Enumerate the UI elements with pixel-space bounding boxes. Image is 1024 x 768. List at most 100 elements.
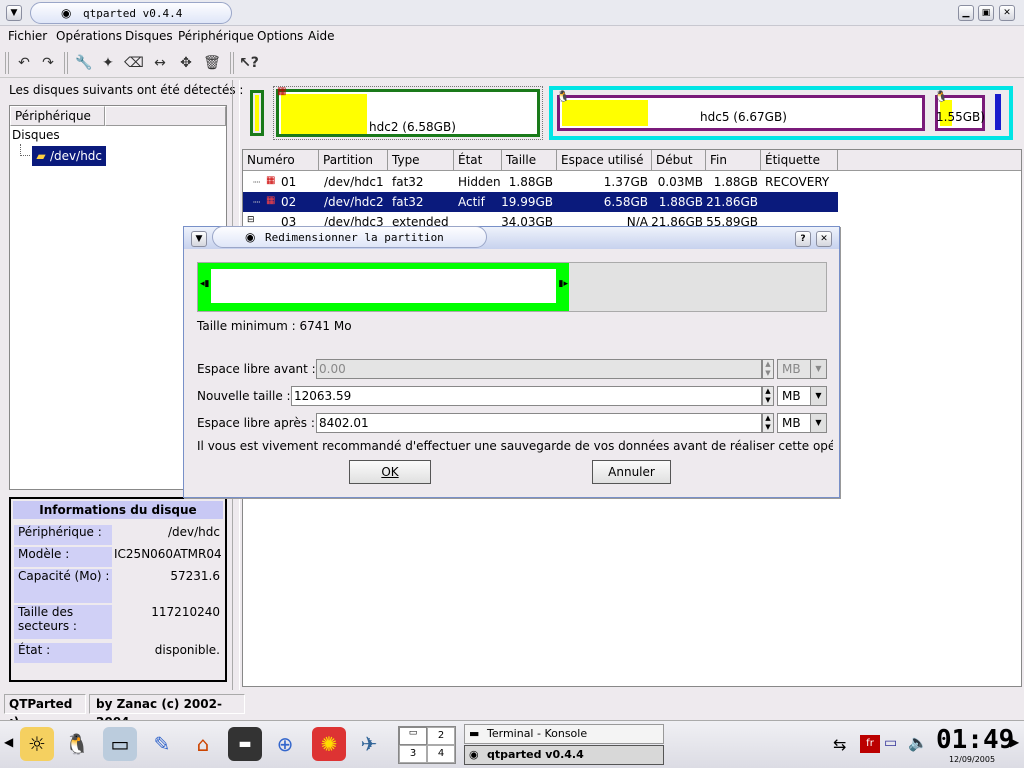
toolbar-grip[interactable]: [230, 52, 234, 74]
redo-icon[interactable]: ↷: [38, 53, 58, 73]
mozilla-icon[interactable]: ✺: [312, 727, 346, 761]
column-header-partition[interactable]: Partition: [319, 150, 388, 171]
move-icon[interactable]: ✥: [176, 53, 196, 73]
dialog-titlebar[interactable]: ▼ ◉ Redimensionner la partition ? ✕: [184, 226, 839, 249]
eraser-icon[interactable]: ⌫: [124, 53, 144, 73]
free-before-input[interactable]: 0.00: [316, 359, 762, 379]
partition-block-hdc5[interactable]: 🐧 hdc5 (6.67GB): [556, 90, 925, 131]
delete-icon[interactable]: 🗑: [202, 53, 222, 73]
toolbar-grip[interactable]: [5, 52, 9, 74]
network-icon[interactable]: ⇆: [833, 735, 846, 754]
partition-label-hdc6: 1.55GB): [936, 110, 985, 124]
free-after-unit-select[interactable]: MB ▼: [777, 413, 827, 433]
free-before-spinner[interactable]: ▲ ▼: [762, 359, 774, 379]
new-size-input[interactable]: 12063.59: [291, 386, 762, 406]
minimize-button[interactable]: ▁: [958, 5, 974, 21]
dialog-title-pill[interactable]: ◉ Redimensionner la partition: [212, 226, 487, 248]
taskbar: ◀ ☼ 🐧 ▭ ✎ ⌂ ▬ ⊕ ✺ ✈ ▭ 2 3 4 ▬ Terminal -…: [0, 720, 1024, 768]
column-header-numero[interactable]: Numéro: [243, 150, 319, 171]
close-button[interactable]: ✕: [999, 5, 1015, 21]
desktop-2[interactable]: 2: [427, 727, 455, 745]
free-before-label: Espace libre avant :: [197, 362, 316, 376]
info-row-model: Modèle : IC25N060ATMR04: [14, 547, 224, 567]
menu-peripherique[interactable]: Périphérique: [178, 29, 254, 43]
toolbar-grip[interactable]: [64, 52, 68, 74]
tree-header-blank[interactable]: [105, 106, 226, 126]
whats-this-icon[interactable]: ↖?: [239, 53, 259, 73]
partition-block-extended[interactable]: 🐧 hdc5 (6.67GB) 🐧 1.55GB): [549, 86, 1013, 140]
column-header-etat[interactable]: État: [454, 150, 502, 171]
control-center-icon[interactable]: ✎: [145, 727, 179, 761]
terminal-icon[interactable]: ▬: [228, 727, 262, 761]
new-size-spinner[interactable]: ▲ ▼: [762, 386, 774, 406]
menu-fichier[interactable]: Fichier: [8, 29, 47, 43]
partition-block-hdc2-focus[interactable]: ▦ hdc2 (6.58GB): [273, 86, 543, 140]
column-header-etiquette[interactable]: Étiquette: [761, 150, 838, 171]
help-button[interactable]: ?: [795, 231, 811, 247]
partition-block-swap[interactable]: [995, 94, 1001, 130]
dialog-close-button[interactable]: ✕: [816, 231, 832, 247]
clock-time[interactable]: 01:49: [936, 725, 1014, 755]
column-header-debut[interactable]: Début: [652, 150, 706, 171]
penguin-menu-icon[interactable]: 🐧: [60, 727, 94, 761]
volume-icon[interactable]: 🔈: [908, 733, 928, 752]
partition-block-hdc1[interactable]: [250, 90, 264, 136]
disk-info-panel: Informations du disque Périphérique : /d…: [9, 497, 227, 682]
toolbar: ↶ ↷ 🔧 ✦ ⌫ ↔ ✥ 🗑 ↖?: [0, 48, 1024, 78]
expand-icon[interactable]: ⊟: [247, 215, 255, 225]
column-header-type[interactable]: Type: [388, 150, 454, 171]
desktop-pager[interactable]: ▭ 2 3 4: [398, 726, 456, 764]
task-qtparted[interactable]: ◉ qtparted v0.4.4: [464, 745, 664, 765]
new-size-unit-select[interactable]: MB ▼: [777, 386, 827, 406]
maximize-button[interactable]: ▣: [978, 5, 994, 21]
partition-block-hdc6[interactable]: 🐧 1.55GB): [934, 90, 985, 131]
partition-label-hdc5: hdc5 (6.67GB): [700, 110, 787, 124]
resize-selection[interactable]: ◂▮ ▮▸: [198, 263, 569, 311]
menu-aide[interactable]: Aide: [308, 29, 335, 43]
statusbar: QTParted :) by Zanac (c) 2002-2004: [0, 690, 1024, 729]
partition-map[interactable]: ▦ hdc2 (6.58GB) 🐧 hdc5 (6.67GB) 🐧 1.55GB…: [245, 84, 1020, 144]
openoffice-icon[interactable]: ✈: [352, 727, 386, 761]
free-after-spinner[interactable]: ▲ ▼: [762, 413, 774, 433]
desktop-1[interactable]: ▭: [399, 727, 427, 745]
desktop-4[interactable]: 4: [427, 745, 455, 763]
home-icon[interactable]: ⌂: [186, 727, 220, 761]
column-header-espace-utilise[interactable]: Espace utilisé: [557, 150, 652, 171]
info-row-capacity: Capacité (Mo) : 57231.6: [14, 569, 224, 603]
apply-icon[interactable]: ✦: [98, 53, 118, 73]
task-terminal-konsole[interactable]: ▬ Terminal - Konsole: [464, 724, 664, 744]
konqueror-icon[interactable]: ⊕: [268, 727, 302, 761]
harddisk-icon: ▰: [36, 149, 46, 163]
tree-item-dev-hdc[interactable]: ▰ /dev/hdc: [32, 146, 106, 166]
menu-disques[interactable]: Disques: [125, 29, 173, 43]
properties-icon[interactable]: 🔧: [74, 53, 94, 73]
table-row[interactable]: ┈ ▦ 01 /dev/hdc1 fat32 Hidden 1.88GB 1.3…: [243, 172, 838, 192]
dialog-menu-button[interactable]: ▼: [191, 231, 207, 247]
table-row-selected[interactable]: ┈ ▦ 02 /dev/hdc2 fat32 Actif 19.99GB 6.5…: [243, 192, 838, 212]
resize-icon[interactable]: ↔: [150, 53, 170, 73]
tree-header[interactable]: Périphérique: [10, 106, 105, 126]
display-icon[interactable]: ▭: [884, 735, 897, 751]
ok-button[interactable]: OK: [349, 460, 431, 484]
desktop-3[interactable]: 3: [399, 745, 427, 763]
right-handle-icon[interactable]: ▮▸: [559, 279, 568, 289]
undo-icon[interactable]: ↶: [14, 53, 34, 73]
left-handle-icon[interactable]: ◂▮: [200, 279, 209, 289]
free-after-input[interactable]: 8402.01: [316, 413, 762, 433]
column-header-fin[interactable]: Fin: [706, 150, 761, 171]
window-menu-button[interactable]: ▼: [6, 5, 22, 21]
show-desktop-icon[interactable]: ▭: [103, 727, 137, 761]
panel-hide-right-icon[interactable]: ▶: [1010, 735, 1019, 749]
panel-hide-left-icon[interactable]: ◀: [4, 735, 13, 749]
column-header-taille[interactable]: Taille: [502, 150, 557, 171]
free-before-unit-select[interactable]: MB ▼: [777, 359, 827, 379]
partition-block-hdc2[interactable]: ▦ hdc2 (6.58GB): [276, 86, 540, 137]
keyboard-layout-indicator[interactable]: fr: [860, 735, 880, 753]
menu-operations[interactable]: Opérations: [56, 29, 122, 43]
cancel-button[interactable]: Annuler: [592, 460, 671, 484]
tree-root-disques[interactable]: Disques: [12, 128, 60, 142]
window-title-pill[interactable]: ◉ qtparted v0.4.4: [30, 2, 232, 24]
kde-menu-icon[interactable]: ☼: [20, 727, 54, 761]
menu-options[interactable]: Options: [257, 29, 303, 43]
resize-track[interactable]: ◂▮ ▮▸: [197, 262, 827, 312]
